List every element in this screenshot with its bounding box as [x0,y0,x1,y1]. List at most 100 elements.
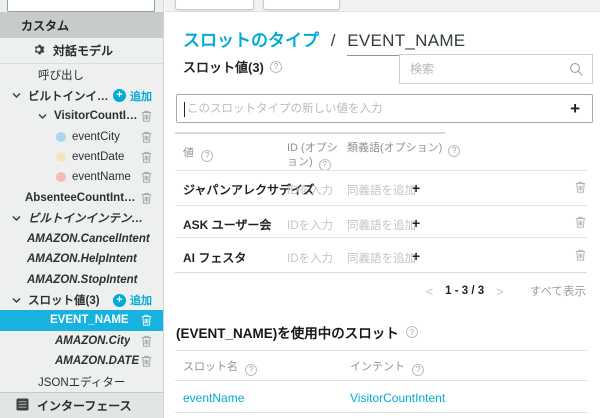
trash-icon[interactable] [575,216,586,231]
column-header-id: ID (オプション) [287,141,347,171]
divider [175,205,587,206]
chevron-down-icon[interactable] [38,113,47,120]
slot-values-title: スロット値(3) [183,57,282,76]
trash-icon[interactable] [141,171,152,183]
search-input[interactable] [400,55,560,83]
search-icon[interactable] [569,62,584,80]
sidebar-item-slot-values[interactable]: スロット値(3) 追加 [0,290,163,310]
slot-color-dot [56,132,66,142]
sidebar-item-label: JSONエディター [38,374,125,390]
sidebar-item-json-editor[interactable]: JSONエディター [0,372,163,392]
trash-icon[interactable] [141,151,152,163]
column-header-synonyms: 類義語(オプション) [347,141,461,157]
trash-icon[interactable] [575,249,586,264]
chevron-down-icon[interactable] [12,215,21,222]
show-all-button[interactable]: すべて表示 [530,283,586,299]
sidebar-item-label: AMAZON.CancelIntent [27,233,150,245]
sidebar-item-amazon-stopintent[interactable]: AMAZON.StopIntent [0,269,163,289]
slot-type-name-field[interactable]: EVENT_NAME [347,31,515,56]
interface-icon [16,398,29,414]
toolbar-button[interactable] [263,0,340,10]
help-icon[interactable] [448,145,460,157]
column-header-text: 値 [183,147,194,159]
sidebar-item-built-in-intents-5[interactable]: ビルトインインテント(5) 追加 [0,85,163,105]
alexa-console-app: カスタム 対話モデル 呼び出し ビルトインインテント(5) 追加 [0,0,600,418]
help-icon[interactable] [412,364,424,376]
chevron-down-icon[interactable] [12,297,21,304]
toolbar-button[interactable] [175,0,254,10]
add-intent-button[interactable]: 追加 [113,88,152,104]
trash-icon[interactable] [141,355,152,367]
help-icon[interactable] [245,364,257,376]
divider [175,132,445,134]
top-toolbar-strip [165,0,600,12]
sidebar-item-label: 対話モデル [53,42,113,59]
skill-selector-dropdown[interactable] [7,0,155,12]
sidebar-item-event-name[interactable]: eventName [0,167,163,187]
trash-icon[interactable] [575,181,586,196]
sidebar-item-label: スロット値(3) [28,292,100,308]
trash-icon[interactable] [141,314,152,326]
id-input[interactable]: IDを入力 [287,217,333,233]
sidebar-item-label: 呼び出し [38,67,84,83]
help-icon[interactable] [201,150,213,162]
sidebar-item-amazon-city[interactable]: AMAZON.City [0,331,163,351]
sidebar-item-built-in-intents-3[interactable]: ビルトインインテント(3) [0,208,163,228]
sidebar-tree: 呼び出し ビルトインインテント(5) 追加 VisitorCountIntent… [0,65,163,392]
add-synonym-button[interactable]: + [412,248,420,264]
intent-link[interactable]: VisitorCountIntent [350,391,445,405]
add-synonym-button[interactable]: + [412,180,420,196]
sidebar-item-absenteecountintent[interactable]: AbsenteeCountIntent [0,188,163,208]
add-value-button[interactable]: + [570,99,580,119]
sidebar-item-label: VisitorCountIntent [54,110,141,122]
slot-value-text: AI フェスタ [183,249,246,266]
sidebar-item-label: eventDate [72,151,124,163]
divider [175,170,587,171]
pagination-prev-button[interactable]: < [426,284,434,299]
add-button-label: 追加 [130,88,152,104]
sidebar-item-label: AMAZON.DATE [55,355,139,367]
column-header-intent: インテント [350,360,424,376]
sidebar-item-event-date[interactable]: eventDate [0,147,163,167]
trash-icon[interactable] [141,110,152,122]
add-synonym-button[interactable]: + [412,215,420,231]
add-button-label: 追加 [130,292,152,308]
sidebar-item-label: eventName [72,171,131,183]
main-content: スロットのタイプ / EVENT_NAME スロット値(3) + 値 ID (オ… [165,0,600,418]
trash-icon[interactable] [141,335,152,347]
sidebar-item-event-city[interactable]: eventCity [0,126,163,146]
id-input[interactable]: IDを入力 [287,182,333,198]
help-icon[interactable] [270,61,282,73]
sidebar-item-invocation[interactable]: 呼び出し [0,65,163,85]
pagination: < 1 - 3 / 3 > すべて表示 [426,283,586,299]
trash-icon[interactable] [141,192,152,204]
divider [175,380,587,381]
slot-name-link[interactable]: eventName [183,391,244,405]
pagination-range: 1 - 3 / 3 [445,285,484,297]
sidebar-item-amazon-date[interactable]: AMAZON.DATE [0,351,163,371]
breadcrumb-slot-types-link[interactable]: スロットのタイプ [183,31,319,50]
sidebar-item-interfaces[interactable]: インターフェース [0,392,163,418]
sidebar-item-interaction-model[interactable]: 対話モデル [0,38,163,64]
new-slot-value-box: + [176,94,593,123]
pagination-next-button[interactable]: > [496,284,504,299]
sidebar-item-visitorcountintent[interactable]: VisitorCountIntent [0,106,163,126]
sidebar-item-event-name-slot-type[interactable]: EVENT_NAME [0,310,163,330]
search-box [399,54,593,84]
divider [175,350,587,351]
new-slot-value-input[interactable] [177,95,557,122]
help-icon[interactable] [406,326,418,338]
plus-circle-icon [113,89,126,102]
synonyms-input[interactable]: 同義語を追加 [347,182,416,198]
chevron-down-icon[interactable] [12,92,21,99]
sidebar-item-label: AMAZON.HelpIntent [27,253,137,265]
divider [175,412,587,413]
sidebar-item-amazon-cancelintent[interactable]: AMAZON.CancelIntent [0,229,163,249]
synonyms-input[interactable]: 同義語を追加 [347,250,416,266]
synonyms-input[interactable]: 同義語を追加 [347,217,416,233]
sidebar-item-amazon-helpintent[interactable]: AMAZON.HelpIntent [0,249,163,269]
add-slot-type-button[interactable]: 追加 [113,292,152,308]
id-input[interactable]: IDを入力 [287,250,333,266]
trash-icon[interactable] [141,131,152,143]
divider [175,237,587,238]
